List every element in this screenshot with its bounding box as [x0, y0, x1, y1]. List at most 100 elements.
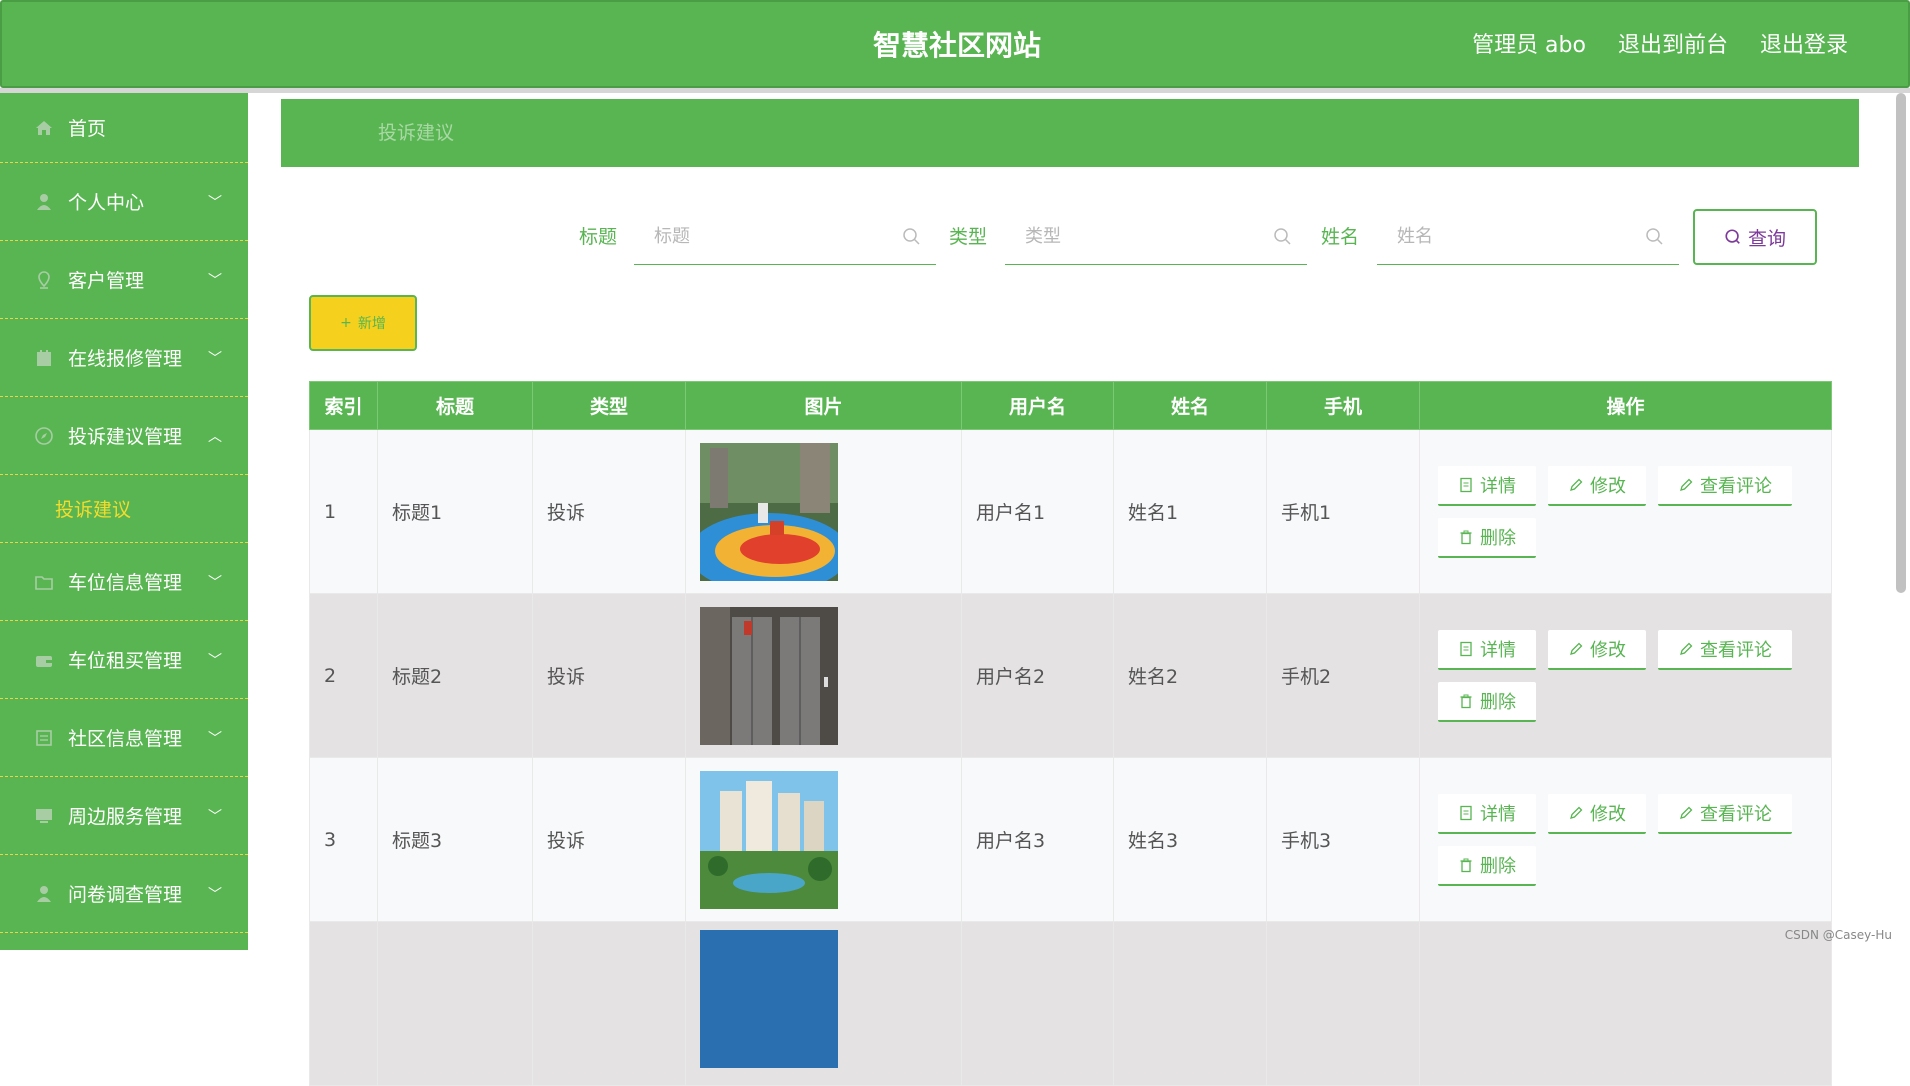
edit-label: 修改	[1590, 636, 1626, 662]
admin-label: 管理员 abo	[1472, 2, 1586, 90]
sidebar-subitem-label: 投诉建议	[55, 495, 131, 522]
cell-username: 用户名2	[962, 594, 1114, 758]
cell-type: 投诉	[533, 430, 686, 594]
sidebar-item-label: 社区信息管理	[68, 724, 182, 751]
column-header: 用户名	[962, 382, 1114, 430]
detail-button[interactable]: 详情	[1438, 794, 1536, 834]
chevron-down-icon: ﹀	[208, 192, 222, 212]
chevron-down-icon: ﹀	[208, 650, 222, 670]
playground-photo[interactable]	[700, 443, 838, 581]
query-button[interactable]: 查询	[1693, 209, 1817, 265]
location-icon	[34, 270, 54, 290]
sidebar-item-community-info[interactable]: 社区信息管理 ﹀	[0, 699, 248, 777]
sidebar-item-label: 车位租买管理	[68, 646, 182, 673]
cell-title: 标题3	[378, 758, 533, 922]
title-search-label: 标题	[579, 209, 617, 265]
pencil-icon	[1568, 805, 1584, 821]
sidebar-item-survey[interactable]: 问卷调查管理 ﹀	[0, 855, 248, 933]
column-header: 姓名	[1114, 382, 1267, 430]
view-comments-label: 查看评论	[1700, 636, 1772, 662]
cell-image	[686, 758, 962, 922]
delete-button[interactable]: 删除	[1438, 846, 1536, 886]
cell-index: 2	[310, 594, 378, 758]
sidebar-item-label: 问卷调查管理	[68, 880, 182, 907]
document-icon	[1458, 641, 1474, 657]
search-form: 标题 类型 姓名 查询	[281, 209, 1859, 265]
sidebar-item-complaints[interactable]: 投诉建议管理 ︿	[0, 397, 248, 475]
view-comments-button[interactable]: 查看评论	[1658, 630, 1792, 670]
complaints-table: 索引 标题 类型 图片 用户名 姓名 手机 操作 1 标题1	[309, 381, 1831, 1086]
detail-button[interactable]: 详情	[1438, 630, 1536, 670]
elevator-photo[interactable]	[700, 607, 838, 745]
detail-label: 详情	[1480, 472, 1516, 498]
pencil-icon	[1678, 641, 1694, 657]
sidebar-item-customers[interactable]: 客户管理 ﹀	[0, 241, 248, 319]
column-header: 标题	[378, 382, 533, 430]
name-search-input[interactable]	[1377, 209, 1637, 263]
sidebar: 首页 个人中心 ﹀ 客户管理 ﹀ 在线报修管理 ﹀ 投诉建议管理 ︿ 投诉建议	[0, 93, 248, 950]
cell-phone	[1267, 922, 1420, 1086]
column-header: 操作	[1420, 382, 1832, 430]
name-search-label: 姓名	[1321, 209, 1359, 265]
cell-phone: 手机1	[1267, 430, 1420, 594]
cell-image	[686, 430, 962, 594]
document-icon	[34, 728, 54, 748]
cell-index: 1	[310, 430, 378, 594]
cell-type	[533, 922, 686, 1086]
cell-title	[378, 922, 533, 1086]
folder-icon	[34, 572, 54, 592]
breadcrumb-current[interactable]: 投诉建议	[378, 99, 454, 167]
cell-username	[962, 922, 1114, 1086]
sidebar-item-personal-center[interactable]: 个人中心 ﹀	[0, 163, 248, 241]
user-icon	[34, 192, 54, 212]
cell-title: 标题2	[378, 594, 533, 758]
exit-to-front-link[interactable]: 退出到前台	[1618, 2, 1728, 90]
cell-name	[1114, 922, 1267, 1086]
sidebar-item-label: 在线报修管理	[68, 344, 182, 371]
search-icon	[1645, 227, 1665, 247]
type-search-input[interactable]	[1005, 209, 1265, 263]
cell-name: 姓名3	[1114, 758, 1267, 922]
delete-button[interactable]: 删除	[1438, 682, 1536, 722]
chevron-down-icon: ﹀	[208, 270, 222, 290]
breadcrumb: 投诉建议	[281, 99, 1859, 167]
table-row: 1 标题1 投诉	[310, 430, 1832, 594]
pencil-icon	[1678, 805, 1694, 821]
building-photo[interactable]	[700, 930, 838, 1068]
document-icon	[1458, 477, 1474, 493]
title-search-field	[634, 209, 936, 265]
pencil-icon	[1568, 641, 1584, 657]
sidebar-item-home[interactable]: 首页	[0, 93, 248, 163]
page-scrollbar[interactable]	[1896, 93, 1906, 593]
title-search-input[interactable]	[634, 209, 894, 263]
view-comments-button[interactable]: 查看评论	[1658, 466, 1792, 506]
sidebar-item-parking-info[interactable]: 车位信息管理 ﹀	[0, 543, 248, 621]
search-icon	[1724, 228, 1742, 246]
sidebar-item-label: 首页	[68, 114, 106, 141]
cell-username: 用户名1	[962, 430, 1114, 594]
edit-button[interactable]: 修改	[1548, 794, 1646, 834]
table-row: 3 标题3 投诉	[310, 758, 1832, 922]
edit-button[interactable]: 修改	[1548, 466, 1646, 506]
cell-name: 姓名1	[1114, 430, 1267, 594]
cell-image	[686, 594, 962, 758]
pencil-icon	[1678, 477, 1694, 493]
community-photo[interactable]	[700, 771, 838, 909]
sidebar-item-parking-rent[interactable]: 车位租买管理 ﹀	[0, 621, 248, 699]
chevron-down-icon: ﹀	[208, 806, 222, 826]
delete-label: 删除	[1480, 688, 1516, 714]
add-button[interactable]: + 新增	[309, 295, 417, 351]
cell-actions	[1420, 922, 1832, 1086]
sidebar-subitem-complaints[interactable]: 投诉建议	[0, 475, 248, 543]
logout-link[interactable]: 退出登录	[1760, 2, 1848, 90]
sidebar-item-nearby-services[interactable]: 周边服务管理 ﹀	[0, 777, 248, 855]
detail-button[interactable]: 详情	[1438, 466, 1536, 506]
cell-image	[686, 922, 962, 1086]
delete-button[interactable]: 删除	[1438, 518, 1536, 558]
sidebar-item-repair[interactable]: 在线报修管理 ﹀	[0, 319, 248, 397]
view-comments-button[interactable]: 查看评论	[1658, 794, 1792, 834]
edit-button[interactable]: 修改	[1548, 630, 1646, 670]
chevron-down-icon: ﹀	[208, 728, 222, 748]
detail-label: 详情	[1480, 636, 1516, 662]
cell-phone: 手机3	[1267, 758, 1420, 922]
